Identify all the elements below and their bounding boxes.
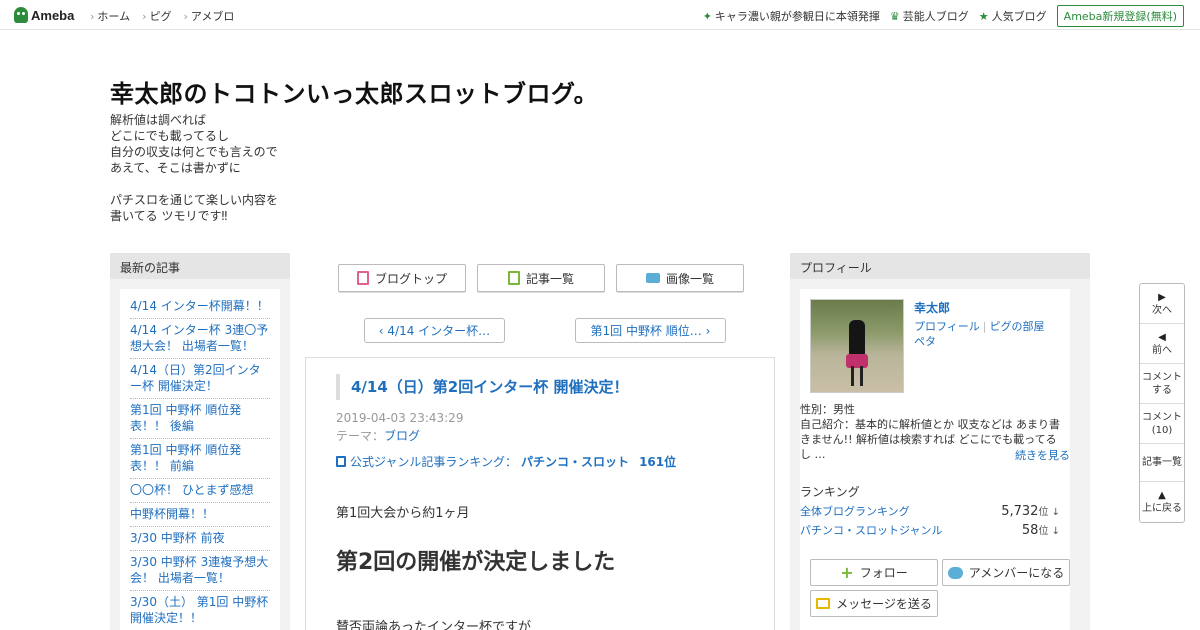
ranking-all-value: 5,732 — [1001, 504, 1039, 519]
recent-article-link[interactable]: 3/30 中野杯 前夜 — [130, 527, 270, 551]
triangle-up-icon: ▲ — [1158, 490, 1166, 501]
camera-icon — [645, 273, 660, 283]
article-paragraph: 第1回大会から約1ヶ月 — [336, 506, 470, 521]
read-more-link[interactable]: 続きを見る — [1015, 447, 1070, 463]
float-next-button[interactable]: ▶ 次へ — [1140, 284, 1184, 324]
ameba-logo-icon — [14, 7, 28, 23]
global-nav: ホーム ピグ アメブロ — [90, 8, 234, 24]
profile-name[interactable]: 幸太郎 — [914, 299, 950, 316]
ranking-genre: パチンコ・スロット — [521, 455, 630, 469]
float-comment-button[interactable]: コメント する — [1140, 364, 1184, 404]
avatar[interactable] — [810, 299, 904, 393]
profile-links: プロフィール | ピグの部屋 ペタ — [914, 320, 1045, 348]
recent-article-link[interactable]: 3/30（土） 第1回 中野杯開催決定！！ — [130, 591, 270, 630]
profile-heading: プロフィール — [790, 253, 1090, 279]
blog-tabs: ブログトップ 記事一覧 画像一覧 — [338, 264, 744, 292]
header-right-links: ✦ キャラ濃い親が参観日に本領発揮 ♛ 芸能人ブログ ★ 人気ブログ Ameba新規登… — [703, 5, 1184, 27]
recent-articles-list: 4/14 インター杯開幕！！ 4/14 インター杯 3連〇予想大会！ 出場者一覧… — [120, 289, 280, 630]
recent-article-link[interactable]: 3/30 中野杯 3連複予想大会！ 出場者一覧！ — [130, 551, 270, 591]
chevron-right-icon: › — [701, 323, 711, 338]
popular-blog-link[interactable]: ★ 人気ブログ — [979, 8, 1047, 24]
article-heading: 第2回の開催が決定しました — [336, 550, 616, 575]
send-message-button[interactable]: メッセージを送る — [810, 590, 938, 617]
float-prev-button[interactable]: ◀ 前へ — [1140, 324, 1184, 364]
float-article-list-button[interactable]: 記事一覧 — [1140, 444, 1184, 482]
tab-blog-top[interactable]: ブログトップ — [338, 264, 466, 292]
article-paragraph: 賛否両論あったインター杯ですが — [336, 620, 532, 630]
ranking-position: 161位 — [639, 455, 677, 469]
article: 4/14（日）第2回インター杯 開催決定！ 2019-04-03 23:43:2… — [305, 357, 775, 630]
recent-articles-heading: 最新の記事 — [110, 253, 290, 279]
nav-home[interactable]: ホーム — [90, 8, 130, 24]
chevron-left-icon: ‹ — [378, 323, 388, 338]
profile-gender: 性別：男性 — [800, 403, 855, 416]
sparkle-icon: ✦ — [702, 9, 712, 23]
blog-description: 解析値は調べれば どこにでも載ってるし 自分の収支は何とでも言えので あえて、そ… — [110, 113, 279, 223]
recent-articles-sidebar: 最新の記事 4/14 インター杯開幕！！ 4/14 インター杯 3連〇予想大会！… — [110, 253, 290, 630]
profile-sidebar: プロフィール 幸太郎 プロフィール | ピグの部屋 ペタ 性別：男性 自己紹介：基本… — [790, 253, 1090, 630]
register-button[interactable]: Ameba新規登録(無料) — [1056, 5, 1184, 27]
floating-nav: ▶ 次へ ◀ 前へ コメント する コメント (10) 記事一覧 ▲ 上に戻る — [1139, 283, 1185, 523]
follow-button[interactable]: + フォロー — [810, 559, 938, 586]
pig-room-link[interactable]: ピグの部屋 — [990, 320, 1045, 333]
article-theme: テーマ：ブログ — [336, 429, 421, 443]
global-header: Ameba ホーム ピグ アメブロ ✦キャラ濃い親が参観日に本領発揮 ♛芸能人ブ… — [0, 0, 1200, 30]
prev-article-button[interactable]: ‹ 4/14 インター杯… — [364, 318, 505, 343]
recent-article-link[interactable]: 4/14（日）第2回インター杯 開催決定！ — [130, 359, 270, 399]
ranking-heading: ランキング — [800, 485, 860, 499]
crown-icon: ♛ — [889, 9, 900, 23]
peta-link[interactable]: ペタ — [914, 335, 936, 348]
celebrity-blog-link[interactable]: ♛ 芸能人ブログ — [890, 8, 969, 24]
tab-image-list[interactable]: 画像一覧 — [616, 264, 744, 292]
article-title[interactable]: 4/14（日）第2回インター杯 開催決定！ — [336, 374, 628, 400]
article-date: 2019-04-03 23:43:29 — [336, 411, 464, 425]
play-right-icon: ▶ — [1158, 291, 1166, 303]
ranking-icon — [336, 456, 346, 467]
recent-article-link[interactable]: 4/14 インター杯開幕！！ — [130, 295, 270, 319]
nav-ameblo[interactable]: アメブロ — [183, 8, 234, 24]
featured-link[interactable]: ✦ キャラ濃い親が参観日に本領発揮 — [703, 8, 880, 24]
ranking-all-link[interactable]: 全体ブログランキング — [800, 503, 910, 519]
blog-title[interactable]: 幸太郎のトコトンいっ太郎スロットブログ。 — [110, 74, 598, 109]
recent-article-link[interactable]: 4/14 インター杯 3連〇予想大会！ 出場者一覧！ — [130, 319, 270, 359]
ranking-genre-link[interactable]: パチンコ・スロットジャンル — [800, 522, 942, 538]
recent-article-link[interactable]: 〇〇杯！ ひとまず感想 — [130, 479, 270, 503]
documents-icon — [507, 271, 520, 285]
play-left-icon: ◀ — [1158, 331, 1166, 343]
ranking-row-genre: パチンコ・スロットジャンル 58位 ↓ — [800, 522, 1060, 538]
recent-article-link[interactable]: 中野杯開幕！！ — [130, 503, 270, 527]
next-article-button[interactable]: 第1回 中野杯 順位… › — [575, 318, 726, 343]
ranking-row-all: 全体ブログランキング 5,732位 ↓ — [800, 503, 1060, 519]
tab-article-list[interactable]: 記事一覧 — [477, 264, 605, 292]
ameba-logo[interactable]: Ameba — [14, 6, 74, 24]
plus-icon: + — [840, 563, 854, 582]
chat-bubble-icon — [947, 566, 963, 579]
mail-icon — [816, 598, 831, 609]
profile-box: 幸太郎 プロフィール | ピグの部屋 ペタ 性別：男性 自己紹介：基本的に解析値とか… — [800, 289, 1070, 630]
profile-link[interactable]: プロフィール — [914, 320, 980, 333]
logo-text: Ameba — [31, 7, 75, 23]
recent-article-link[interactable]: 第1回 中野杯 順位発表！！ 前編 — [130, 439, 270, 479]
star-icon: ★ — [978, 9, 989, 23]
float-comments-count-button[interactable]: コメント (10) — [1140, 404, 1184, 444]
document-icon — [356, 271, 369, 285]
ranking-genre-value: 58 — [1021, 523, 1039, 538]
amember-button[interactable]: アメンバーになる — [942, 559, 1070, 586]
article-ranking[interactable]: 公式ジャンル記事ランキング： パチンコ・スロット 161位 — [336, 453, 676, 470]
theme-link[interactable]: ブログ — [384, 429, 420, 443]
float-back-to-top-button[interactable]: ▲ 上に戻る — [1140, 482, 1184, 522]
recent-article-link[interactable]: 第1回 中野杯 順位発表！！ 後編 — [130, 399, 270, 439]
nav-pigg[interactable]: ピグ — [142, 8, 171, 24]
